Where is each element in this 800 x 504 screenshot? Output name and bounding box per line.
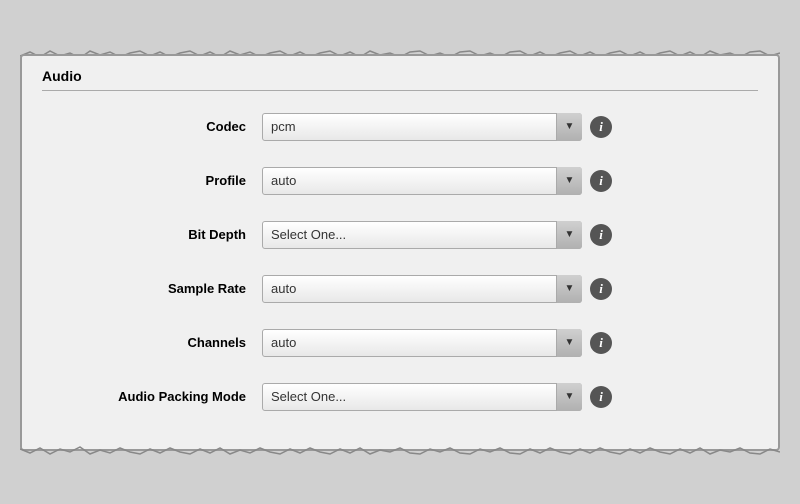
bit-depth-select-wrapper: Select One... 8 16 24 32 ▼ [262,221,582,249]
bit-depth-select[interactable]: Select One... 8 16 24 32 [262,221,582,249]
bit-depth-info-icon[interactable]: i [590,224,612,246]
profile-row: Profile auto baseline main high ▼ i [42,159,758,203]
channels-control-wrapper: auto 1 2 5.1 ▼ i [262,329,758,357]
audio-packing-mode-label: Audio Packing Mode [42,389,262,404]
profile-info-icon[interactable]: i [590,170,612,192]
audio-packing-mode-control-wrapper: Select One... normal packed ▼ i [262,383,758,411]
codec-label: Codec [42,119,262,134]
channels-row: Channels auto 1 2 5.1 ▼ i [42,321,758,365]
audio-packing-mode-select[interactable]: Select One... normal packed [262,383,582,411]
audio-panel: Audio Codec pcm aac mp3 ac3 ▼ i Profile [20,54,780,451]
codec-info-icon[interactable]: i [590,116,612,138]
codec-select[interactable]: pcm aac mp3 ac3 [262,113,582,141]
audio-packing-mode-info-icon[interactable]: i [590,386,612,408]
audio-packing-mode-select-wrapper: Select One... normal packed ▼ [262,383,582,411]
channels-select-wrapper: auto 1 2 5.1 ▼ [262,329,582,357]
sample-rate-control-wrapper: auto 22050 44100 48000 ▼ i [262,275,758,303]
bit-depth-label: Bit Depth [42,227,262,242]
codec-select-wrapper: pcm aac mp3 ac3 ▼ [262,113,582,141]
bit-depth-control-wrapper: Select One... 8 16 24 32 ▼ i [262,221,758,249]
channels-label: Channels [42,335,262,350]
sample-rate-row: Sample Rate auto 22050 44100 48000 ▼ i [42,267,758,311]
codec-row: Codec pcm aac mp3 ac3 ▼ i [42,105,758,149]
channels-select[interactable]: auto 1 2 5.1 [262,329,582,357]
channels-info-icon[interactable]: i [590,332,612,354]
profile-select-wrapper: auto baseline main high ▼ [262,167,582,195]
codec-control-wrapper: pcm aac mp3 ac3 ▼ i [262,113,758,141]
sample-rate-select[interactable]: auto 22050 44100 48000 [262,275,582,303]
audio-packing-mode-row: Audio Packing Mode Select One... normal … [42,375,758,419]
profile-select[interactable]: auto baseline main high [262,167,582,195]
sample-rate-info-icon[interactable]: i [590,278,612,300]
sample-rate-select-wrapper: auto 22050 44100 48000 ▼ [262,275,582,303]
sample-rate-label: Sample Rate [42,281,262,296]
profile-label: Profile [42,173,262,188]
panel-title: Audio [42,68,758,91]
bit-depth-row: Bit Depth Select One... 8 16 24 32 ▼ i [42,213,758,257]
profile-control-wrapper: auto baseline main high ▼ i [262,167,758,195]
